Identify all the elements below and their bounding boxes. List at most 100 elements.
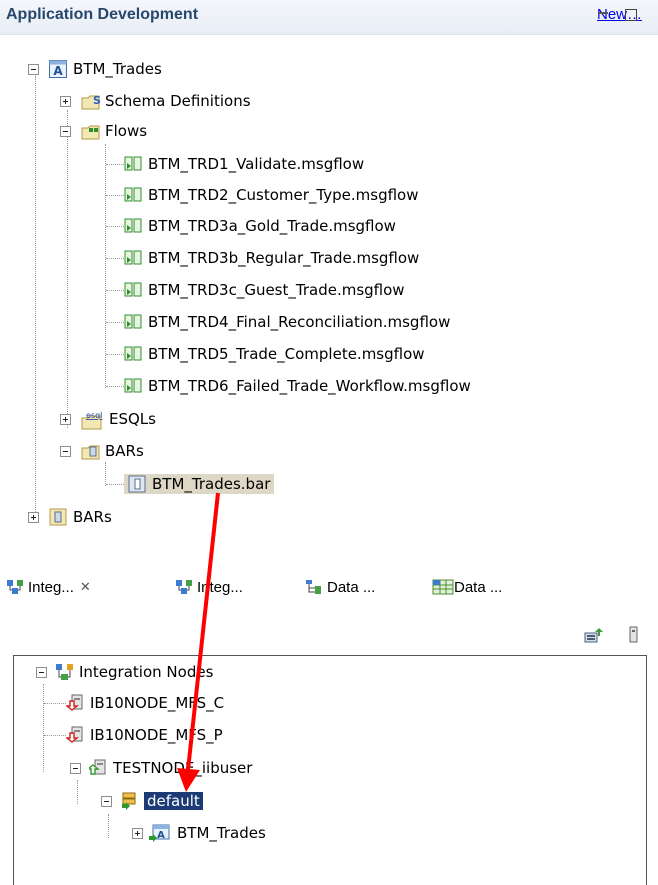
schema-folder-icon: S [81,92,101,110]
application-project-icon: A [49,60,67,78]
tree-item-integration-nodes[interactable]: Integration Nodes [36,659,213,685]
msgflow-icon [124,155,142,173]
bar-file-icon [128,475,146,493]
svg-text:A: A [53,64,63,78]
collapse-toggle[interactable] [60,125,71,137]
tab-integration-2[interactable]: Integ... [175,578,243,596]
tree-item-msgflow[interactable]: BTM_TRD5_Trade_Complete.msgflow [106,341,425,367]
msgflow-icon [124,249,142,267]
view-menu-icon[interactable] [628,626,640,644]
tree-item-label: BTM_Trades.bar [152,475,271,493]
msgflow-icon [124,281,142,299]
close-icon[interactable]: ✕ [80,579,91,595]
msgflow-icon [124,313,142,331]
tree-item-label: IB10NODE_MFS_P [90,726,223,744]
collapse-toggle[interactable] [101,795,112,807]
collapse-toggle[interactable] [36,666,47,678]
collapse-toggle[interactable] [28,63,39,75]
tree-line [67,110,68,428]
tree-line [77,780,78,804]
tree-line [35,76,36,516]
tree-item-bars[interactable]: BARs [60,438,144,464]
tree-item-label: Integration Nodes [79,663,214,681]
tree-item-label: BTM_TRD4_Final_Reconciliation.msgflow [148,313,451,331]
flows-folder-icon [81,122,100,140]
tree-item-label: BTM_TRD3c_Guest_Trade.msgflow [148,281,405,299]
collapse-toggle[interactable] [70,762,81,774]
msgflow-icon [124,377,142,395]
deployed-application-icon: A [149,824,171,842]
tree-item-flows[interactable]: Flows [60,118,147,144]
tree-line [108,814,109,838]
tab-label: Data ... [327,578,376,596]
tree-item-server-default[interactable]: default [101,788,203,814]
tree-item-label: BARs [73,508,112,526]
tree-item-msgflow[interactable]: BTM_TRD3a_Gold_Trade.msgflow [106,213,396,239]
tree-item-label: BTM_TRD3a_Gold_Trade.msgflow [148,217,396,235]
tab-label: Integ... [197,578,243,596]
tree-item-label: Flows [105,122,148,140]
tree-item-label: BTM_TRD1_Validate.msgflow [148,155,365,173]
tree-item-esqls[interactable]: esql ESQLs [60,406,156,432]
tree-item-msgflow[interactable]: BTM_TRD4_Final_Reconciliation.msgflow [106,309,450,335]
tree-item-label: BTM_TRD3b_Regular_Trade.msgflow [148,249,420,267]
tree-item-bar-file[interactable]: BTM_Trades.bar [106,471,275,497]
tree-item-label: BTM_TRD6_Failed_Trade_Workflow.msgflow [148,377,471,395]
tab-label: Data ... [454,578,503,596]
collapse-toggle[interactable] [60,445,71,457]
tree-line [106,289,124,291]
expand-toggle[interactable] [60,413,71,425]
tree-line [106,225,124,227]
expand-toggle[interactable] [60,95,71,107]
tab-data-2[interactable]: Data ... [432,578,502,596]
minimize-icon[interactable] [596,8,610,22]
expand-toggle[interactable] [28,511,39,523]
integration-nodes-root-icon [55,663,73,681]
expand-toggle[interactable] [132,827,143,839]
integration-server-icon [120,792,138,810]
tree-item-label: BTM_TRD2_Customer_Type.msgflow [148,186,419,204]
tree-item-label: BTM_Trades [177,824,266,842]
tree-item-label: IB10NODE_MFS_C [90,694,225,712]
msgflow-icon [124,345,142,363]
tab-data-1[interactable]: Data ... [305,578,375,596]
tree-item-label: Schema Definitions [105,92,251,110]
tree-line [106,194,124,196]
node-stopped-icon [66,694,84,712]
msgflow-icon [124,186,142,204]
tree-item-node[interactable]: IB10NODE_MFS_P [44,722,223,748]
tree-item-label: BTM_Trades [73,60,162,78]
tree-line [44,702,66,704]
tree-item-root-bars[interactable]: BARs [28,504,112,530]
tree-item-msgflow[interactable]: BTM_TRD3c_Guest_Trade.msgflow [106,277,405,303]
tree-item-msgflow[interactable]: BTM_TRD2_Customer_Type.msgflow [106,182,419,208]
tree-line [106,163,124,165]
integration-nodes-icon [6,578,24,596]
tree-line [106,483,124,485]
tree-item-msgflow[interactable]: BTM_TRD1_Validate.msgflow [106,151,364,177]
bar-file-highlight: BTM_Trades.bar [124,474,275,494]
tree-item-node[interactable]: IB10NODE_MFS_C [44,690,224,716]
data-grid-icon [432,578,454,596]
tree-item-app[interactable]: A BTM_Trades [132,820,266,846]
node-running-icon [89,759,107,777]
bars-project-icon [49,508,67,526]
tree-item-node-running[interactable]: TESTNODE_iibuser [70,755,252,781]
integration-nodes-icon [175,578,193,596]
svg-text:A: A [157,830,165,841]
tab-integration-nodes[interactable]: Integ... ✕ [6,578,91,596]
tree-line [106,353,124,355]
node-stopped-icon [66,726,84,744]
tree-item-project[interactable]: A BTM_Trades [28,56,162,82]
maximize-icon[interactable] [625,9,637,21]
tree-item-schema-definitions[interactable]: S Schema Definitions [60,88,251,114]
svg-text:S: S [93,94,101,107]
tree-line [106,257,124,259]
tab-label: Integ... [28,578,74,596]
tree-item-label: TESTNODE_iibuser [113,759,253,777]
tree-line [44,734,66,736]
tree-item-msgflow[interactable]: BTM_TRD6_Failed_Trade_Workflow.msgflow [106,373,471,399]
deploy-icon[interactable] [584,626,604,644]
tree-item-label: ESQLs [109,410,156,428]
tree-item-msgflow[interactable]: BTM_TRD3b_Regular_Trade.msgflow [106,245,419,271]
